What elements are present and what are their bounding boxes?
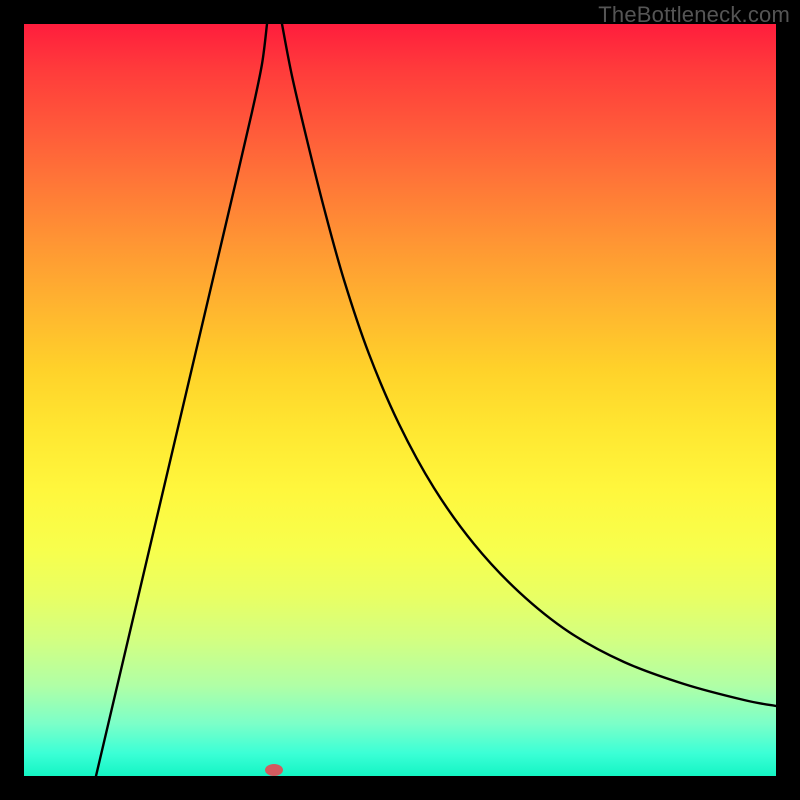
chart-frame: TheBottleneck.com: [0, 0, 800, 800]
min-point-marker: [265, 764, 283, 776]
curve-svg: [24, 24, 776, 776]
plot-area: [24, 24, 776, 776]
curve-left-branch: [96, 24, 267, 776]
curve-right-branch: [282, 24, 776, 706]
